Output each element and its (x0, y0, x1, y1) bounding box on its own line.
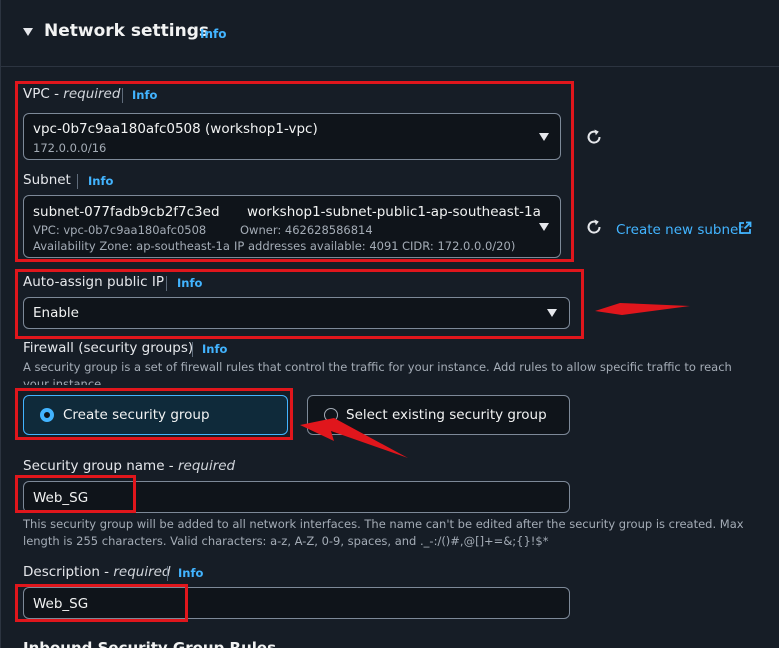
subnet-id: subnet-077fadb9cb2f7c3ed (33, 204, 220, 220)
auto-assign-divider (166, 276, 167, 291)
create-security-group-option[interactable]: Create security group (23, 395, 288, 435)
create-new-subnet-link[interactable]: Create new subnet (616, 219, 752, 238)
vpc-required-text: required (63, 86, 121, 102)
vpc-label-divider (122, 88, 123, 103)
description-input[interactable]: Web_SG (23, 587, 570, 619)
create-new-subnet-label: Create new subnet (616, 222, 744, 238)
sg-name-value: Web_SG (33, 490, 89, 506)
collapse-caret-icon[interactable] (23, 28, 33, 36)
vpc-dropdown-caret-icon (539, 133, 549, 141)
auto-assign-select[interactable]: Enable (23, 297, 570, 329)
subnet-info-link[interactable]: Info (88, 174, 113, 188)
description-required-text: required (113, 564, 171, 580)
section-title: Network settings (44, 21, 209, 41)
subnet-label-divider (77, 174, 78, 189)
firewall-label: Firewall (security groups) (23, 340, 194, 356)
subnet-select[interactable]: subnet-077fadb9cb2f7c3ed workshop1-subne… (23, 195, 561, 258)
description-divider (167, 566, 168, 581)
select-existing-sg-option[interactable]: Select existing security group (307, 395, 570, 435)
vpc-select-value: vpc-0b7c9aa180afc0508 (workshop1-vpc) (33, 121, 318, 137)
vpc-label-text: VPC - (23, 86, 64, 102)
subnet-az: Availability Zone: ap-southeast-1a (33, 239, 230, 253)
vpc-info-link[interactable]: Info (132, 88, 157, 102)
auto-assign-info-link[interactable]: Info (177, 276, 202, 290)
subnet-label: Subnet (23, 172, 71, 188)
vpc-label: VPC - required (23, 86, 120, 102)
create-sg-label: Create security group (63, 407, 210, 423)
sg-name-label: Security group name - required (23, 458, 235, 474)
sg-name-hint: This security group will be added to all… (23, 517, 744, 548)
existing-sg-radio-icon (324, 408, 338, 422)
subnet-refresh-icon[interactable] (585, 218, 603, 236)
vpc-select-cidr: 172.0.0.0/16 (33, 141, 107, 155)
existing-sg-label: Select existing security group (346, 407, 547, 423)
subnet-cidr: CIDR: 172.0.0.0/20) (402, 239, 516, 253)
subnet-vpc: VPC: vpc-0b7c9aa180afc0508 (33, 223, 207, 237)
description-label-text: Description - (23, 564, 114, 580)
vpc-select[interactable]: vpc-0b7c9aa180afc0508 (workshop1-vpc) 17… (23, 113, 561, 160)
subnet-owner: Owner: 462628586814 (240, 223, 373, 237)
auto-assign-caret-icon (547, 309, 557, 317)
section-header[interactable]: Network settings Info (1, 0, 779, 67)
create-sg-radio-icon (40, 408, 54, 422)
section-info-link[interactable]: Info (200, 27, 226, 41)
subnet-name: workshop1-subnet-public1-ap-southeast-1a (247, 204, 541, 220)
description-label: Description - required (23, 564, 171, 580)
sg-name-required-text: required (177, 458, 236, 474)
inbound-rules-title: Inbound Security Group Rules (23, 639, 277, 648)
subnet-ips: IP addresses available: 4091 (234, 239, 399, 253)
firewall-divider (192, 342, 193, 357)
description-value: Web_SG (33, 596, 89, 612)
subnet-dropdown-caret-icon (539, 223, 549, 231)
description-info-link[interactable]: Info (178, 566, 203, 580)
sg-name-input[interactable]: Web_SG (23, 481, 570, 513)
network-settings-panel: Network settings Info VPC - required Inf… (0, 0, 779, 648)
external-link-icon (739, 221, 752, 234)
auto-assign-label: Auto-assign public IP (23, 274, 165, 290)
auto-assign-value: Enable (33, 305, 79, 321)
firewall-info-link[interactable]: Info (202, 342, 227, 356)
vpc-refresh-icon[interactable] (585, 128, 603, 146)
firewall-description: A security group is a set of firewall ru… (23, 360, 732, 385)
sg-name-label-text: Security group name - (23, 458, 178, 474)
